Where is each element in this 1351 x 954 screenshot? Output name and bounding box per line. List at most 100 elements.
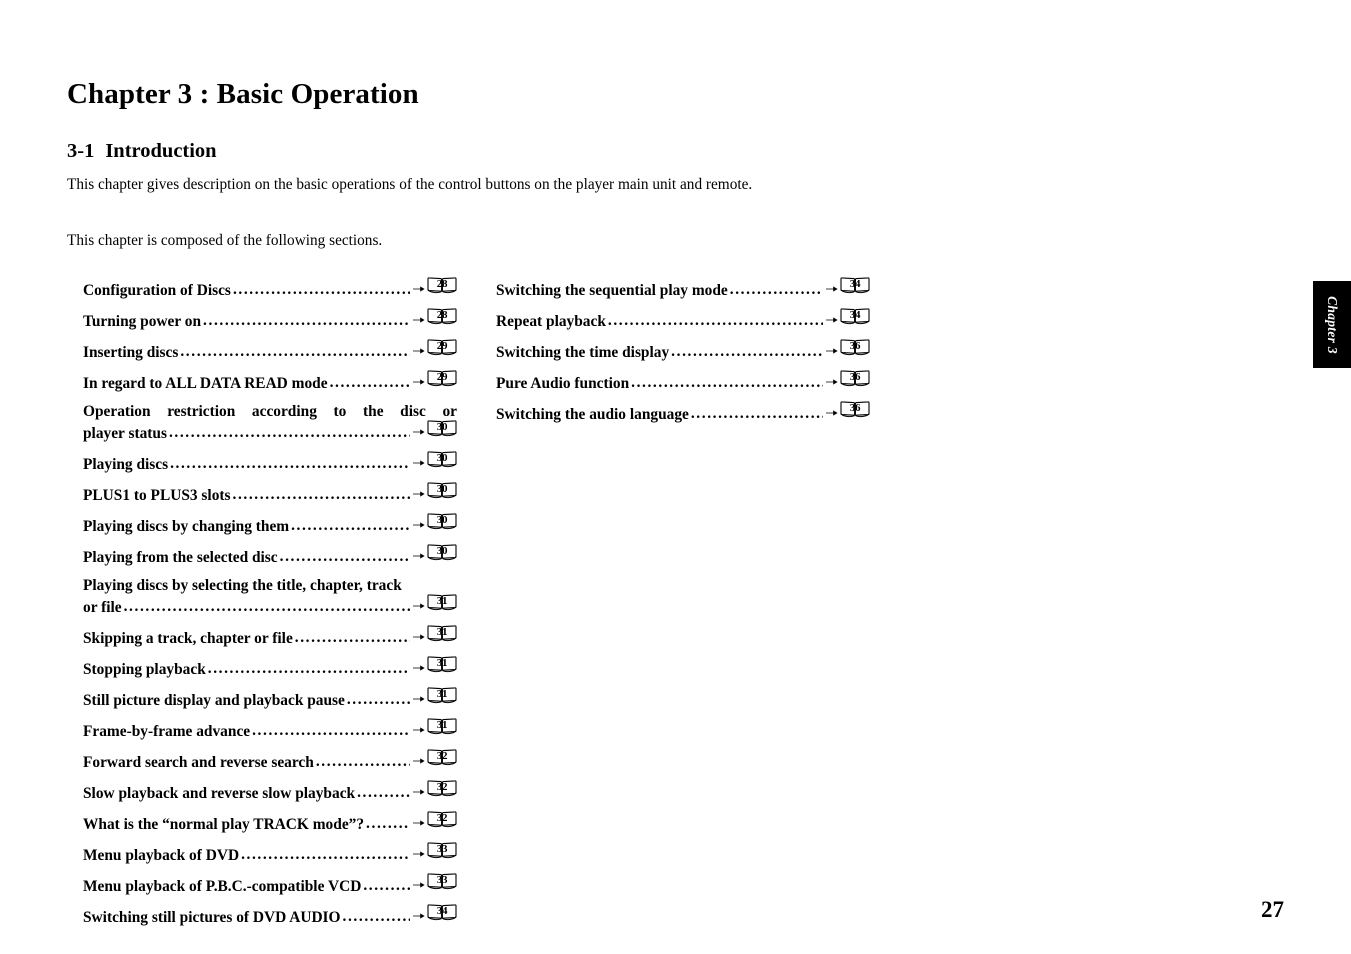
toc-entry[interactable]: Menu playback of P.B.C.-compatible VCD 33 [83, 873, 457, 896]
right-arrow-icon [413, 374, 425, 386]
toc-entry[interactable]: Skipping a track, chapter or file 31 [83, 625, 457, 648]
right-arrow-icon [413, 548, 425, 560]
page-reference[interactable]: 31 [413, 594, 457, 611]
dot-leader [691, 404, 823, 423]
page-reference-number: 30 [436, 514, 448, 526]
dot-leader [343, 907, 410, 926]
open-book-icon: 36 [840, 401, 870, 418]
open-book-icon: 31 [427, 718, 457, 735]
chapter-side-tab: Chapter 3 [1313, 281, 1351, 368]
open-book-icon: 34 [840, 277, 870, 294]
page-reference-number: 36 [849, 340, 861, 352]
toc-entry-line: Stopping playback 31 [83, 656, 457, 679]
page-reference[interactable]: 34 [413, 904, 457, 921]
page-reference[interactable]: 32 [413, 780, 457, 797]
toc-entry[interactable]: Playing discs by selecting the title, ch… [83, 576, 457, 617]
page-reference[interactable]: 32 [413, 749, 457, 766]
page-reference[interactable]: 31 [413, 718, 457, 735]
dot-leader [203, 311, 410, 330]
toc-entry-label: Inserting discs [83, 343, 179, 361]
dot-leader [280, 547, 410, 566]
page-reference[interactable]: 33 [413, 842, 457, 859]
toc-entry[interactable]: Pure Audio function 36 [496, 370, 870, 393]
right-arrow-icon [413, 343, 425, 355]
page-reference[interactable]: 34 [826, 277, 870, 294]
toc-entry[interactable]: In regard to ALL DATA READ mode 29 [83, 370, 457, 393]
page-reference[interactable]: 32 [413, 811, 457, 828]
page-reference[interactable]: 31 [413, 656, 457, 673]
toc-entry[interactable]: PLUS1 to PLUS3 slots 30 [83, 482, 457, 505]
toc-entry-label: Stopping playback [83, 660, 206, 678]
toc-entry[interactable]: Switching the sequential play mode 34 [496, 277, 870, 300]
toc-entry-line: Switching the audio language 36 [496, 401, 870, 424]
page-reference-number: 32 [436, 750, 448, 762]
toc-entry[interactable]: Playing from the selected disc 30 [83, 544, 457, 567]
toc-entry[interactable]: Switching still pictures of DVD AUDIO 34 [83, 904, 457, 927]
page-reference[interactable]: 33 [413, 873, 457, 890]
toc-entry[interactable]: Turning power on 28 [83, 308, 457, 331]
toc-entry[interactable]: What is the “normal play TRACK mode”? 32 [83, 811, 457, 834]
toc-entry-label: Playing discs by changing them [83, 517, 290, 535]
toc-entry[interactable]: Switching the time display 36 [496, 339, 870, 362]
page-reference[interactable]: 28 [413, 308, 457, 325]
toc-entry-line: PLUS1 to PLUS3 slots 30 [83, 482, 457, 505]
toc-entry[interactable]: Configuration of Discs 28 [83, 277, 457, 300]
toc-entry[interactable]: Inserting discs 29 [83, 339, 457, 362]
toc-entry[interactable]: Playing discs by changing them 30 [83, 513, 457, 536]
toc-entry-label: In regard to ALL DATA READ mode [83, 374, 328, 392]
toc-entry[interactable]: Menu playback of DVD 33 [83, 842, 457, 865]
page-reference[interactable]: 30 [413, 482, 457, 499]
toc-entry-line: Playing discs 30 [83, 451, 457, 474]
page-reference[interactable]: 30 [413, 420, 457, 437]
open-book-icon: 36 [840, 339, 870, 356]
toc-entry[interactable]: Slow playback and reverse slow playback 3… [83, 780, 457, 803]
toc-entry[interactable]: Switching the audio language 36 [496, 401, 870, 424]
page-reference[interactable]: 34 [826, 308, 870, 325]
page-reference[interactable]: 31 [413, 687, 457, 704]
toc-column-left: Configuration of Discs28Turning power on… [83, 277, 457, 936]
dot-leader [233, 485, 410, 504]
dot-leader [316, 752, 410, 771]
page-reference[interactable]: 29 [413, 370, 457, 387]
page-reference[interactable]: 30 [413, 451, 457, 468]
toc-entry[interactable]: Playing discs 30 [83, 451, 457, 474]
toc-entry[interactable]: Stopping playback 31 [83, 656, 457, 679]
page-reference[interactable]: 30 [413, 544, 457, 561]
dot-leader [295, 628, 410, 647]
right-arrow-icon [413, 660, 425, 672]
toc-entry[interactable]: Operation restriction according to the d… [83, 402, 457, 443]
toc-entry-label: Switching the sequential play mode [496, 281, 728, 299]
open-book-icon: 29 [427, 370, 457, 387]
page-reference[interactable]: 29 [413, 339, 457, 356]
dot-leader [291, 516, 410, 535]
page-reference[interactable]: 36 [826, 401, 870, 418]
dot-leader [252, 721, 410, 740]
toc-entry[interactable]: Repeat playback 34 [496, 308, 870, 331]
page-reference-number: 36 [849, 371, 861, 383]
page-reference-number: 34 [436, 905, 448, 917]
toc-entry-label: Configuration of Discs [83, 281, 231, 299]
toc-entry-label: Playing discs [83, 455, 169, 473]
right-arrow-icon [826, 281, 838, 293]
toc-entry[interactable]: Forward search and reverse search 32 [83, 749, 457, 772]
open-book-icon: 31 [427, 687, 457, 704]
toc-entry-line: Switching the sequential play mode 34 [496, 277, 870, 300]
page-reference-number: 30 [436, 421, 448, 433]
page-reference-number: 28 [436, 309, 448, 321]
toc-entry[interactable]: Frame-by-frame advance 31 [83, 718, 457, 741]
page-reference[interactable]: 36 [826, 339, 870, 356]
toc-entry-label-text: or file [83, 598, 122, 616]
page-reference[interactable]: 28 [413, 277, 457, 294]
right-arrow-icon [413, 846, 425, 858]
toc-entry-line: Configuration of Discs 28 [83, 277, 457, 300]
toc-entry[interactable]: Still picture display and playback pause… [83, 687, 457, 710]
open-book-icon: 30 [427, 420, 457, 437]
page-reference-number: 30 [436, 483, 448, 495]
page-reference-number: 31 [436, 626, 448, 638]
open-book-icon: 34 [840, 308, 870, 325]
page-reference[interactable]: 30 [413, 513, 457, 530]
toc-entry-label-continued: or file 31 [83, 594, 457, 617]
page-reference[interactable]: 31 [413, 625, 457, 642]
toc-entry-line: Menu playback of P.B.C.-compatible VCD 33 [83, 873, 457, 896]
page-reference[interactable]: 36 [826, 370, 870, 387]
